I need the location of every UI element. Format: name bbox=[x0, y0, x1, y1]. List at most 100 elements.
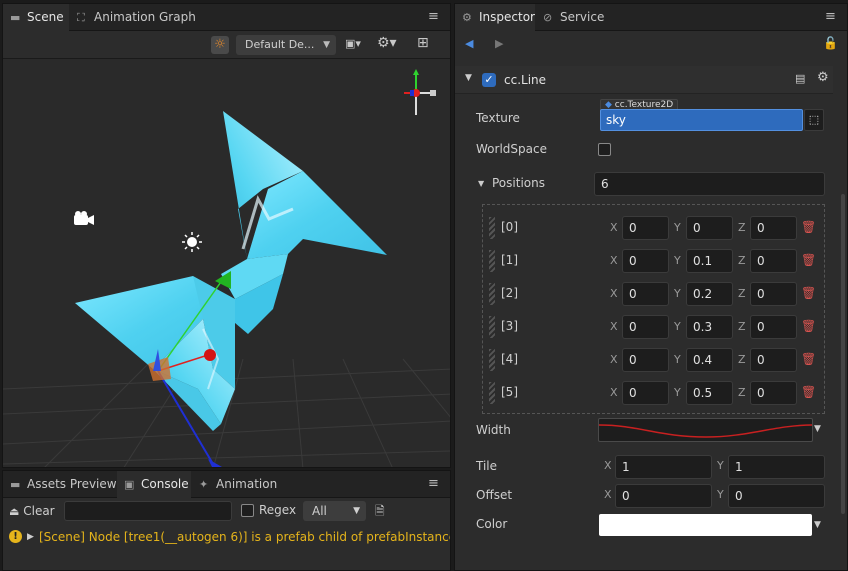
width-curve-field[interactable] bbox=[598, 418, 813, 442]
position-z-field[interactable]: 0 bbox=[750, 216, 797, 240]
regex-label: Regex bbox=[259, 503, 297, 517]
position-z-field[interactable]: 0 bbox=[750, 282, 797, 306]
trash-icon[interactable]: 🗑 bbox=[801, 352, 816, 366]
gear-icon[interactable]: ⚙▾ bbox=[377, 35, 397, 51]
offset-label: Offset bbox=[476, 488, 513, 502]
position-y-field[interactable]: 0 bbox=[686, 216, 733, 240]
warning-icon: ! bbox=[9, 530, 22, 543]
position-x-field[interactable]: 0 bbox=[622, 381, 669, 405]
drag-handle-icon[interactable] bbox=[489, 382, 495, 404]
positions-label: Positions bbox=[492, 176, 545, 190]
inspector-panel: ⚙ Inspector ⊘ Service ≡ ◀ ▶ 🔓 ▼ ✓ cc.Lin… bbox=[454, 3, 848, 571]
position-y-axis: Y bbox=[674, 287, 681, 300]
color-label: Color bbox=[476, 517, 508, 531]
regex-checkbox[interactable] bbox=[241, 504, 254, 517]
forward-arrow-icon[interactable]: ▶ bbox=[495, 37, 503, 50]
width-label: Width bbox=[476, 423, 511, 437]
view-orientation-gizmo[interactable] bbox=[404, 69, 436, 115]
console-toolbar: ⏏ Clear Regex All ▼ 🗎 bbox=[3, 498, 450, 524]
position-x-field[interactable]: 0 bbox=[622, 282, 669, 306]
position-y-field[interactable]: 0.3 bbox=[686, 315, 733, 339]
position-y-field[interactable]: 0.2 bbox=[686, 282, 733, 306]
book-icon[interactable]: ▤ bbox=[795, 72, 805, 85]
component-gear-icon[interactable]: ⚙ bbox=[817, 70, 829, 85]
gizmo-sun-icon[interactable]: ☼ bbox=[211, 36, 229, 54]
position-y-field[interactable]: 0.4 bbox=[686, 348, 733, 372]
texture-pick-button[interactable]: ⬚ bbox=[804, 109, 824, 131]
light-gizmo-icon[interactable] bbox=[182, 232, 202, 252]
position-y-axis: Y bbox=[674, 221, 681, 234]
positions-collapse-icon[interactable]: ▼ bbox=[478, 179, 484, 188]
tile-y-field[interactable]: 1 bbox=[728, 455, 825, 479]
chevron-down-icon: ▼ bbox=[353, 506, 360, 516]
trash-icon[interactable]: 🗑 bbox=[801, 220, 816, 234]
drag-handle-icon[interactable] bbox=[489, 217, 495, 239]
inspector-scrollbar[interactable] bbox=[841, 194, 845, 514]
scene-toolbar: ☼ Default De... ▼ ▣▾ ⚙▾ ⊞ bbox=[3, 31, 450, 59]
offset-x-field[interactable]: 0 bbox=[615, 484, 712, 508]
inspector-icon: ⚙ bbox=[462, 11, 472, 24]
drag-handle-icon[interactable] bbox=[489, 250, 495, 272]
camera-select[interactable]: Default De... ▼ bbox=[236, 35, 336, 55]
position-z-axis: Z bbox=[738, 353, 746, 366]
position-x-field[interactable]: 0 bbox=[622, 348, 669, 372]
position-x-field[interactable]: 0 bbox=[622, 249, 669, 273]
panel-menu-icon[interactable]: ≡ bbox=[428, 476, 439, 491]
console-log-row[interactable]: ! ▶ [Scene] Node [tree1(__autogen 6)] is… bbox=[3, 526, 450, 548]
position-z-field[interactable]: 0 bbox=[750, 249, 797, 273]
position-y-field[interactable]: 0.5 bbox=[686, 381, 733, 405]
worldspace-label: WorldSpace bbox=[476, 142, 547, 156]
drag-handle-icon[interactable] bbox=[489, 283, 495, 305]
position-x-field[interactable]: 0 bbox=[622, 315, 669, 339]
panel-menu-icon[interactable]: ≡ bbox=[428, 9, 439, 24]
component-enabled-checkbox[interactable]: ✓ bbox=[482, 73, 496, 87]
tab-service[interactable]: ⊘ Service bbox=[536, 4, 608, 31]
console-filter-input[interactable] bbox=[64, 501, 232, 521]
scene-tabbar: ▬ Scene ⛶ Animation Graph ≡ bbox=[3, 4, 450, 31]
tab-animation[interactable]: ✦ Animation bbox=[192, 471, 278, 498]
component-header[interactable]: ▼ ✓ cc.Line ▤ ⚙ bbox=[455, 66, 833, 94]
tab-animation-graph[interactable]: ⛶ Animation Graph bbox=[70, 4, 196, 31]
trash-icon[interactable]: 🗑 bbox=[801, 286, 816, 300]
log-level-select[interactable]: All ▼ bbox=[303, 501, 366, 521]
trash-icon[interactable]: 🗑 bbox=[801, 319, 816, 333]
color-swatch[interactable] bbox=[599, 514, 812, 536]
position-x-axis: X bbox=[610, 254, 618, 267]
file-icon[interactable]: 🗎 bbox=[375, 502, 385, 523]
position-y-axis: Y bbox=[674, 386, 681, 399]
offset-y-field[interactable]: 0 bbox=[728, 484, 825, 508]
layout-icon[interactable]: ⊞ bbox=[417, 35, 429, 51]
bottom-tabbar: ▬ Assets Preview ▣ Console ✦ Animation ≡ bbox=[3, 471, 450, 498]
worldspace-checkbox[interactable] bbox=[598, 143, 611, 156]
texture-asset-field[interactable]: sky bbox=[600, 109, 803, 131]
position-z-field[interactable]: 0 bbox=[750, 381, 797, 405]
camera-gizmo-icon[interactable] bbox=[74, 211, 94, 225]
position-z-field[interactable]: 0 bbox=[750, 315, 797, 339]
positions-count-field[interactable]: 6 bbox=[594, 172, 825, 196]
trash-icon[interactable]: 🗑 bbox=[801, 253, 816, 267]
texture-label: Texture bbox=[476, 111, 520, 125]
position-y-axis: Y bbox=[674, 254, 681, 267]
width-curve-dropdown-icon[interactable]: ▼ bbox=[814, 424, 821, 434]
component-name: cc.Line bbox=[504, 73, 547, 87]
position-y-axis: Y bbox=[674, 353, 681, 366]
back-arrow-icon[interactable]: ◀ bbox=[465, 37, 473, 50]
clear-button[interactable]: ⏏ Clear bbox=[9, 502, 55, 520]
scene-viewport[interactable] bbox=[3, 59, 450, 467]
tab-console[interactable]: ▣ Console bbox=[117, 471, 191, 498]
lock-icon[interactable]: 🔓 bbox=[823, 36, 838, 50]
tile-x-field[interactable]: 1 bbox=[615, 455, 712, 479]
tab-inspector[interactable]: ⚙ Inspector bbox=[455, 4, 535, 31]
trash-icon[interactable]: 🗑 bbox=[801, 385, 816, 399]
position-z-field[interactable]: 0 bbox=[750, 348, 797, 372]
position-y-field[interactable]: 0.1 bbox=[686, 249, 733, 273]
position-x-field[interactable]: 0 bbox=[622, 216, 669, 240]
camera-options-icon[interactable]: ▣▾ bbox=[345, 37, 361, 50]
drag-handle-icon[interactable] bbox=[489, 316, 495, 338]
position-z-axis: Z bbox=[738, 254, 746, 267]
tab-assets-preview[interactable]: ▬ Assets Preview bbox=[3, 471, 117, 498]
drag-handle-icon[interactable] bbox=[489, 349, 495, 371]
panel-menu-icon[interactable]: ≡ bbox=[825, 9, 836, 24]
color-dropdown-icon[interactable]: ▼ bbox=[814, 520, 821, 530]
tab-scene[interactable]: ▬ Scene bbox=[3, 4, 69, 31]
